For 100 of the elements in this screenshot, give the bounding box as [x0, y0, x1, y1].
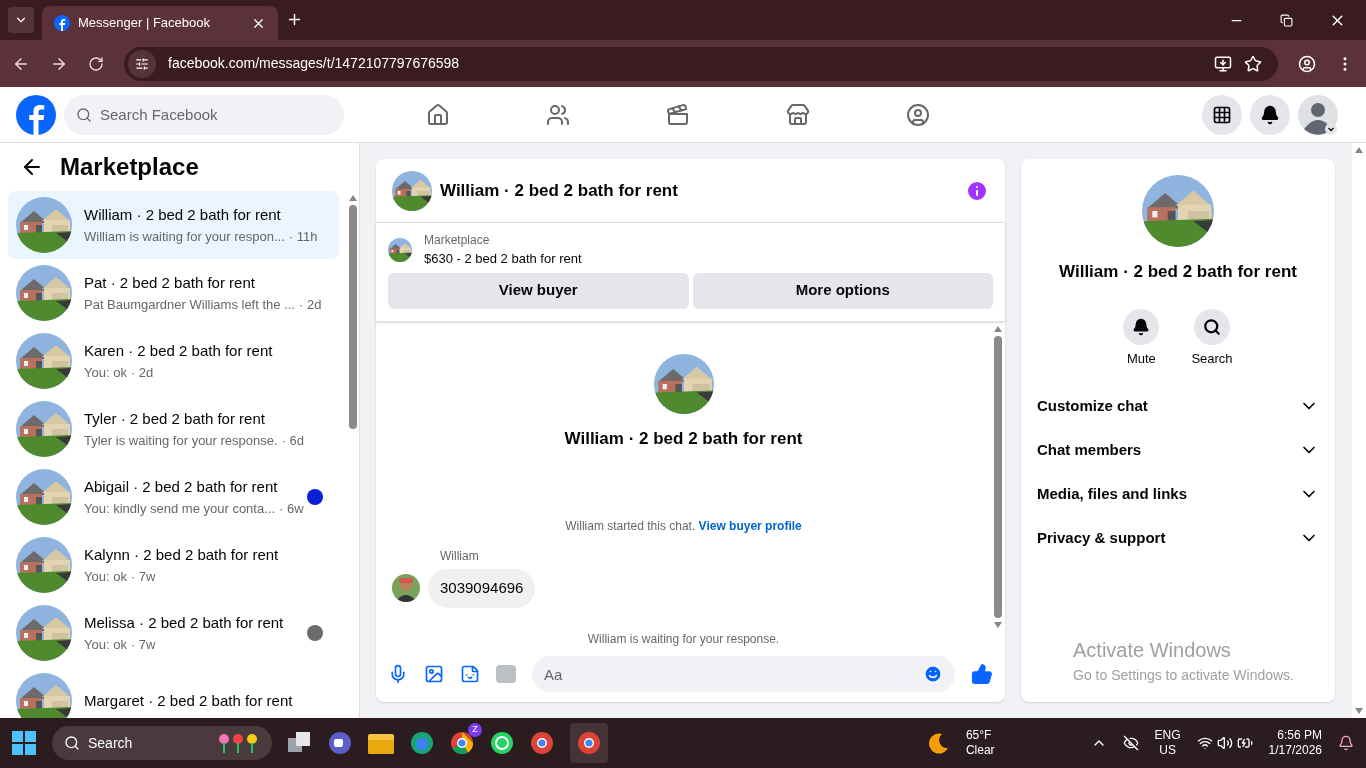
scroll-down-icon[interactable] [994, 621, 1002, 628]
conversation-item[interactable]: William · 2 bed 2 bath for rent William is waiting for your respon... · 11h [8, 191, 339, 259]
conversation-title: Margaret · 2 bed 2 bath for rent [84, 690, 294, 711]
site-settings-icon[interactable] [135, 56, 149, 71]
details-title: William · 2 bed 2 bath for rent [1059, 261, 1297, 283]
bell-icon [1132, 317, 1151, 336]
section-label: Customize chat [1037, 395, 1148, 416]
section-label: Media, files and links [1037, 483, 1188, 504]
scrollbar-thumb[interactable] [349, 205, 357, 429]
clock-date[interactable]: 1/17/2026 [1268, 743, 1322, 758]
activation-title: Activate Windows [1073, 638, 1232, 663]
tab-title: Messenger | Facebook [78, 14, 211, 33]
message-preview: Tyler is waiting for your response. [84, 431, 278, 450]
install-icon[interactable] [1214, 54, 1232, 73]
conversation-item[interactable]: Kalynn · 2 bed 2 bath for rent You: ok · 7w [8, 531, 339, 599]
scroll-down-icon[interactable] [1355, 708, 1363, 714]
search-field[interactable]: Search Facebook [64, 94, 344, 135]
intro-title: William · 2 bed 2 bath for rent [564, 427, 803, 450]
message-input[interactable]: Aa [532, 656, 955, 692]
chrome-icon[interactable] [450, 731, 474, 755]
windows-start-icon[interactable] [12, 731, 36, 755]
sender-avatar [392, 574, 420, 603]
message-time: · 7w [130, 567, 156, 586]
store-icon[interactable] [786, 102, 810, 127]
scrollbar-thumb[interactable] [994, 335, 1002, 618]
conversation-item[interactable]: Pat · 2 bed 2 bath for rent Pat Baumgardner Williams left the ... · 2d [8, 259, 339, 327]
conversation-title: Pat · 2 bed 2 bath for rent [84, 273, 256, 293]
scroll-up-icon[interactable] [994, 325, 1002, 332]
sidebar-title: Marketplace [60, 152, 199, 182]
scroll-up-icon[interactable] [349, 195, 357, 201]
system-note: William started this chat. [565, 519, 697, 533]
folder-icon[interactable] [368, 732, 394, 754]
like-icon[interactable] [971, 663, 993, 685]
flowers-icon [216, 732, 260, 754]
message-time: · 6w [279, 499, 304, 518]
message-time: · 6d [281, 431, 305, 450]
facebook-logo-icon[interactable] [16, 94, 56, 135]
active-app-button[interactable] [570, 723, 608, 763]
search-icon [64, 735, 80, 751]
notifications-button[interactable] [1250, 94, 1290, 135]
photo-icon[interactable] [424, 664, 444, 684]
account-avatar[interactable] [1298, 94, 1338, 135]
scroll-up-icon[interactable] [1355, 147, 1363, 153]
search-icon [76, 106, 92, 123]
battery-icon[interactable] [1236, 735, 1253, 751]
sender-name: William [440, 548, 480, 565]
message-preview: Pat Baumgardner Williams left the ... [84, 295, 295, 314]
section-label: Chat members [1037, 439, 1142, 460]
action-button[interactable]: View buyer [388, 272, 689, 309]
bell-icon [1260, 104, 1280, 125]
message-preview: William is waiting for your respon... [84, 227, 285, 246]
edge-browser-icon[interactable] [410, 731, 434, 755]
action-button[interactable]: More options [692, 272, 993, 309]
friends-icon[interactable] [546, 102, 570, 127]
listing-label: Marketplace [424, 232, 491, 249]
video-icon[interactable] [666, 102, 690, 127]
temperature: 65°F [965, 728, 993, 743]
view-profile-link[interactable]: View buyer profile [698, 519, 802, 533]
action-label: Mute [1126, 349, 1156, 368]
task-view-icon[interactable] [288, 732, 312, 754]
volume-icon[interactable] [1216, 735, 1233, 751]
reload-icon[interactable] [88, 55, 104, 72]
taskbar-search-field[interactable]: Search [52, 726, 272, 760]
section-row[interactable]: Chat members [1037, 428, 1319, 472]
restore-icon[interactable] [1280, 13, 1293, 27]
section-row[interactable]: Customize chat [1037, 384, 1319, 428]
conversation-item[interactable]: Melissa · 2 bed 2 bath for rent You: ok · 7w [8, 599, 339, 667]
home-icon[interactable] [426, 102, 450, 127]
conversation-item[interactable]: Karen · 2 bed 2 bath for rent You: ok · 2d [8, 327, 339, 395]
listing-name: $630 - 2 bed 2 bath for rent [424, 250, 582, 268]
language-label[interactable]: ENG [1154, 728, 1181, 743]
wifi-icon[interactable] [1196, 735, 1213, 751]
section-row[interactable]: Privacy & support [1037, 516, 1319, 560]
whatsapp-icon[interactable] [490, 731, 514, 755]
new-tab-icon[interactable] [286, 11, 303, 28]
message-preview: You: ok [84, 363, 127, 382]
conversation-item[interactable]: Abigail · 2 bed 2 bath for rent You: kindly send me your conta... · 6w [8, 463, 339, 531]
conversation-item[interactable]: Tyler · 2 bed 2 bath for rent Tyler is waiting for your response. · 6d [8, 395, 339, 463]
groups-icon[interactable] [906, 102, 930, 127]
region-label[interactable]: US [1159, 743, 1176, 758]
moon-icon [927, 732, 950, 754]
search-button[interactable] [1194, 308, 1230, 345]
clock-time[interactable]: 6:56 PM [1277, 728, 1322, 743]
conversation-title: Melissa · 2 bed 2 bath for rent [84, 613, 285, 633]
profile-badge: Z [468, 723, 482, 737]
chrome-icon [577, 731, 601, 755]
browser-tab[interactable]: Messenger | Facebook [42, 6, 278, 40]
chat-app-icon[interactable] [328, 731, 352, 755]
hidden-eye-icon[interactable] [1122, 735, 1139, 751]
notification-bell-icon[interactable] [1338, 735, 1354, 751]
section-row[interactable]: Media, files and links [1037, 472, 1319, 516]
tab-list-button[interactable] [8, 7, 34, 33]
profile-icon[interactable] [1298, 54, 1316, 73]
sticker-icon[interactable] [460, 664, 480, 684]
microphone-icon[interactable] [388, 664, 408, 684]
chrome-icon[interactable] [530, 731, 554, 755]
menu-button[interactable] [1202, 94, 1242, 135]
address-bar[interactable]: facebook.com/messages/t/1472107797676598 [124, 46, 1278, 81]
bookmark-star-icon[interactable] [1244, 54, 1262, 73]
mute-button[interactable] [1123, 308, 1160, 345]
